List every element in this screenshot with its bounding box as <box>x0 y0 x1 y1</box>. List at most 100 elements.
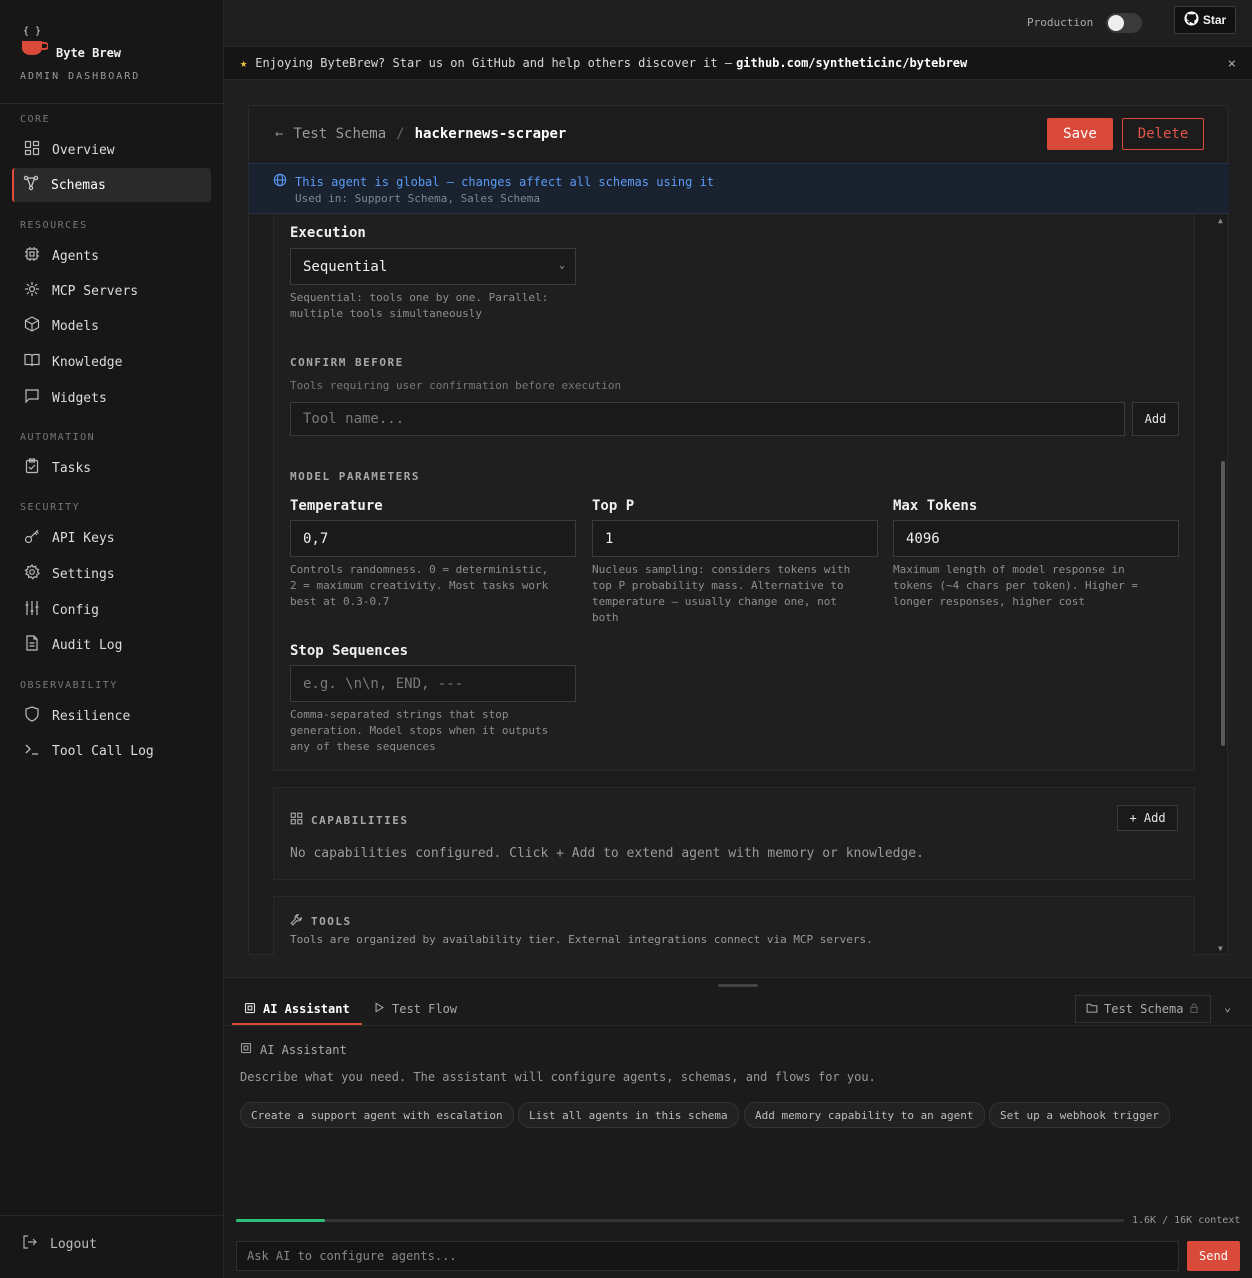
capabilities-header: CAPABILITIES <box>290 812 408 829</box>
tab-ai-assistant[interactable]: AI Assistant <box>244 994 350 1024</box>
github-link[interactable]: github.com/syntheticinc/bytebrew <box>736 56 967 70</box>
sidebar-item-settings[interactable]: Settings <box>12 557 211 591</box>
stop-sequences-help-line: Comma-separated strings that stop <box>290 708 509 721</box>
environment-label: Production <box>1027 16 1094 29</box>
sidebar-item-knowledge[interactable]: Knowledge <box>12 345 211 379</box>
top-p-input[interactable]: 1 <box>592 520 878 557</box>
chat-icon <box>24 388 40 408</box>
assistant-panel: AI Assistant Test Flow Test Schema ⌄ AI … <box>224 977 1252 1278</box>
sidebar-item-agents[interactable]: Agents <box>12 239 211 273</box>
temperature-help-line: best at 0.3-0.7 <box>290 595 390 608</box>
temperature-input[interactable]: 0,7 <box>290 520 576 557</box>
add-confirm-tool-button[interactable]: Add <box>1132 402 1179 436</box>
sidebar-item-label: Tool Call Log <box>52 743 154 759</box>
sidebar-item-overview[interactable]: Overview <box>12 133 211 167</box>
sidebar-item-models[interactable]: Models <box>12 309 211 343</box>
bot-icon <box>244 1002 256 1017</box>
assistant-input[interactable]: Ask AI to configure agents... <box>236 1241 1179 1271</box>
top-p-help-line: Nucleus sampling: considers tokens with <box>592 563 851 576</box>
collapse-chevron-icon[interactable]: ⌄ <box>1224 1000 1231 1014</box>
scroll-down-arrow[interactable]: ▼ <box>1218 944 1223 953</box>
suggestion-chip[interactable]: List all agents in this schema <box>518 1102 739 1128</box>
sidebar-item-tool-call-log[interactable]: Tool Call Log <box>12 734 211 768</box>
document-icon <box>24 635 40 655</box>
suggestion-chip[interactable]: Set up a webhook trigger <box>989 1102 1170 1128</box>
max-tokens-input[interactable]: 4096 <box>893 520 1179 557</box>
sidebar-item-audit-log[interactable]: Audit Log <box>12 628 211 662</box>
vertical-scrollbar[interactable] <box>1221 461 1225 746</box>
schema-selector[interactable]: Test Schema <box>1075 995 1211 1023</box>
section-security: SECURITY <box>20 502 81 513</box>
sidebar-item-tasks[interactable]: Tasks <box>12 451 211 485</box>
tools-header: TOOLS <box>290 913 352 930</box>
logo-braces: { } <box>23 26 42 37</box>
scroll-up-arrow[interactable]: ▲ <box>1218 216 1223 225</box>
close-icon[interactable]: × <box>1228 56 1236 72</box>
max-tokens-help: Maximum length of model response in toke… <box>893 562 1138 610</box>
agent-editor: ← Test Schema / hackernews-scraper Save … <box>248 105 1229 956</box>
max-tokens-help-line: longer responses, higher cost <box>893 595 1086 608</box>
sliders-icon <box>24 600 40 620</box>
suggestion-chip[interactable]: Add memory capability to an agent <box>744 1102 985 1128</box>
bot-icon <box>240 1042 252 1057</box>
production-toggle[interactable] <box>1106 13 1142 33</box>
section-core: CORE <box>20 114 51 125</box>
assistant-heading: AI Assistant <box>240 1042 347 1057</box>
back-arrow-icon[interactable]: ← <box>275 126 283 142</box>
tab-test-flow[interactable]: Test Flow <box>374 994 457 1024</box>
sidebar-item-mcp-servers[interactable]: MCP Servers <box>12 274 211 308</box>
shield-icon <box>24 706 40 726</box>
sidebar-item-config[interactable]: Config <box>12 593 211 627</box>
sidebar-item-resilience[interactable]: Resilience <box>12 699 211 733</box>
save-button[interactable]: Save <box>1047 118 1113 150</box>
sidebar-item-widgets[interactable]: Widgets <box>12 381 211 415</box>
execution-panel: Execution Sequential ⌄ Sequential: tools… <box>273 214 1195 771</box>
folder-icon <box>1086 1002 1098 1017</box>
promo-banner: ★ Enjoying ByteBrew? Star us on GitHub a… <box>224 46 1252 80</box>
toggle-knob <box>1108 15 1124 31</box>
breadcrumb-parent[interactable]: Test Schema <box>293 126 386 142</box>
section-resources: RESOURCES <box>20 220 88 231</box>
capabilities-panel: CAPABILITIES + Add No capabilities confi… <box>273 787 1195 880</box>
sidebar-divider <box>0 103 224 104</box>
sidebar-item-label: Models <box>52 318 99 334</box>
brand[interactable]: { } Byte Brew ADMIN DASHBOARD <box>20 26 140 82</box>
send-button[interactable]: Send <box>1187 1241 1240 1271</box>
top-p-help-line: both <box>592 611 619 624</box>
wrench-icon <box>290 913 303 930</box>
clipboard-icon <box>24 458 40 478</box>
tool-name-input[interactable]: Tool name... <box>290 402 1125 436</box>
stop-sequences-help: Comma-separated strings that stop genera… <box>290 707 548 755</box>
delete-button[interactable]: Delete <box>1122 118 1204 150</box>
top-p-help-line: top P probability mass. Alternative to <box>592 579 844 592</box>
star-icon: ★ <box>240 56 248 70</box>
sidebar-item-schemas[interactable]: Schemas <box>12 168 211 202</box>
stop-sequences-input[interactable]: e.g. \n\n, END, --- <box>290 665 576 702</box>
globe-icon <box>273 173 287 190</box>
grid-icon <box>24 140 40 160</box>
cpu-icon <box>24 246 40 266</box>
context-usage-bar <box>236 1219 1124 1222</box>
sidebar-item-label: Audit Log <box>52 637 123 653</box>
sidebar-item-api-keys[interactable]: API Keys <box>12 521 211 555</box>
github-star-button[interactable]: Star <box>1174 6 1236 34</box>
play-icon <box>374 1002 385 1016</box>
execution-select[interactable]: Sequential ⌄ <box>290 248 576 285</box>
star-label: Star <box>1202 13 1227 27</box>
execution-help-line: multiple tools simultaneously <box>290 307 483 320</box>
resize-handle[interactable] <box>718 984 758 987</box>
topbar: Production Star <box>224 0 1252 46</box>
execution-help-line: Sequential: tools one by one. Parallel: <box>290 291 549 304</box>
sidebar-item-label: Settings <box>52 566 115 582</box>
breadcrumb-current: hackernews-scraper <box>414 126 567 142</box>
breadcrumb-separator: / <box>396 126 405 142</box>
assistant-description: Describe what you need. The assistant wi… <box>240 1070 876 1084</box>
logout-icon <box>22 1234 38 1254</box>
section-automation: AUTOMATION <box>20 432 96 443</box>
key-icon <box>24 528 40 548</box>
github-icon <box>1184 11 1199 29</box>
logout-button[interactable]: Logout <box>22 1234 97 1254</box>
add-capability-button[interactable]: + Add <box>1117 805 1178 831</box>
temperature-help: Controls randomness. 0 = deterministic, … <box>290 562 548 610</box>
suggestion-chip[interactable]: Create a support agent with escalation <box>240 1102 514 1128</box>
